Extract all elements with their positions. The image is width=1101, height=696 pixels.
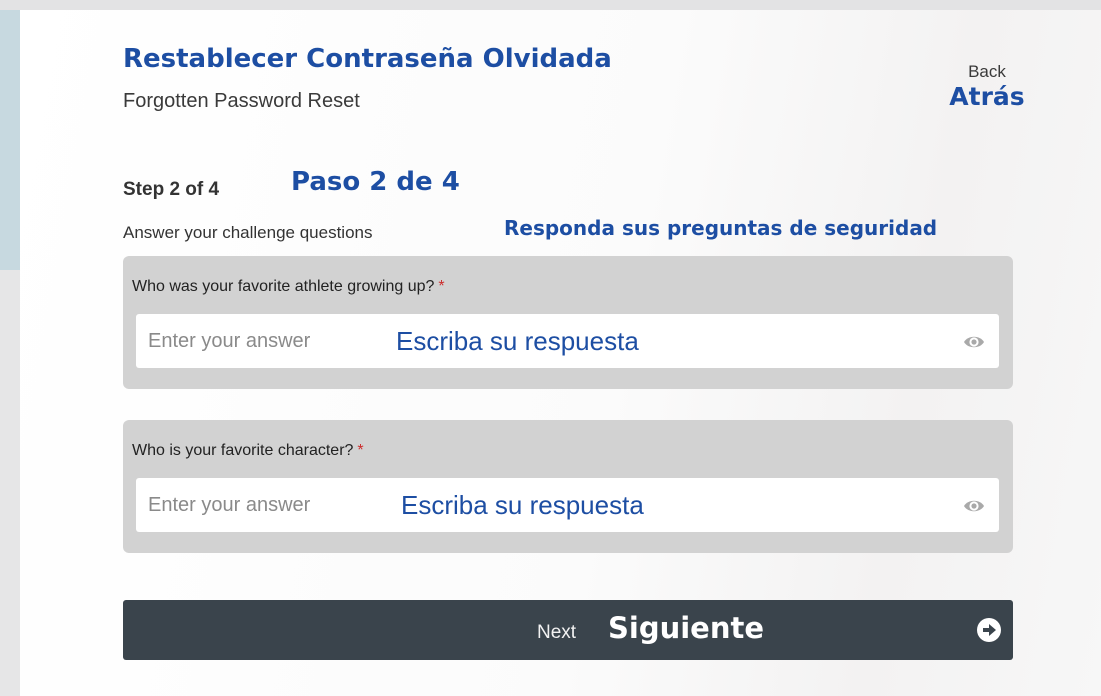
answer-field: Escriba su respuesta	[136, 314, 999, 368]
page-title-spanish: Restablecer Contraseña Olvidada	[123, 44, 612, 74]
back-link[interactable]: Back Atrás	[932, 62, 1042, 112]
question-label: Who was your favorite athlete growing up…	[132, 278, 445, 296]
challenge-question-1: Who was your favorite athlete growing up…	[123, 256, 1013, 389]
next-button[interactable]: Next Siguiente	[123, 600, 1013, 660]
step-indicator: Step 2 of 4	[123, 179, 220, 200]
answer-input-2[interactable]	[136, 478, 748, 532]
step-instructions: Answer your challenge questions	[123, 223, 373, 242]
question-text: Who is your favorite character?	[132, 442, 354, 459]
side-panel	[0, 270, 20, 696]
step-instructions-spanish: Responda sus preguntas de seguridad	[504, 216, 938, 240]
arrow-right-circle-icon	[976, 617, 1002, 643]
next-label: Next	[537, 622, 577, 643]
back-label-spanish: Atrás	[949, 82, 1025, 111]
top-strip	[0, 0, 1101, 10]
eye-icon[interactable]	[963, 495, 985, 517]
answer-field: Escriba su respuesta	[136, 478, 999, 532]
eye-icon[interactable]	[963, 331, 985, 353]
step-indicator-spanish: Paso 2 de 4	[291, 167, 460, 197]
page-title: Forgotten Password Reset	[123, 90, 360, 112]
required-marker: *	[438, 278, 445, 295]
page: Restablecer Contraseña Olvidada Forgotte…	[0, 0, 1101, 696]
back-label: Back	[968, 62, 1006, 81]
question-label: Who is your favorite character? *	[132, 442, 364, 460]
side-accent-bar	[0, 10, 20, 270]
required-marker: *	[357, 442, 364, 459]
question-text: Who was your favorite athlete growing up…	[132, 278, 435, 295]
answer-input-1[interactable]	[136, 314, 748, 368]
challenge-question-2: Who is your favorite character? * Escriba…	[123, 420, 1013, 553]
reset-card: Restablecer Contraseña Olvidada Forgotte…	[20, 10, 1101, 696]
next-label-spanish: Siguiente	[608, 611, 765, 645]
